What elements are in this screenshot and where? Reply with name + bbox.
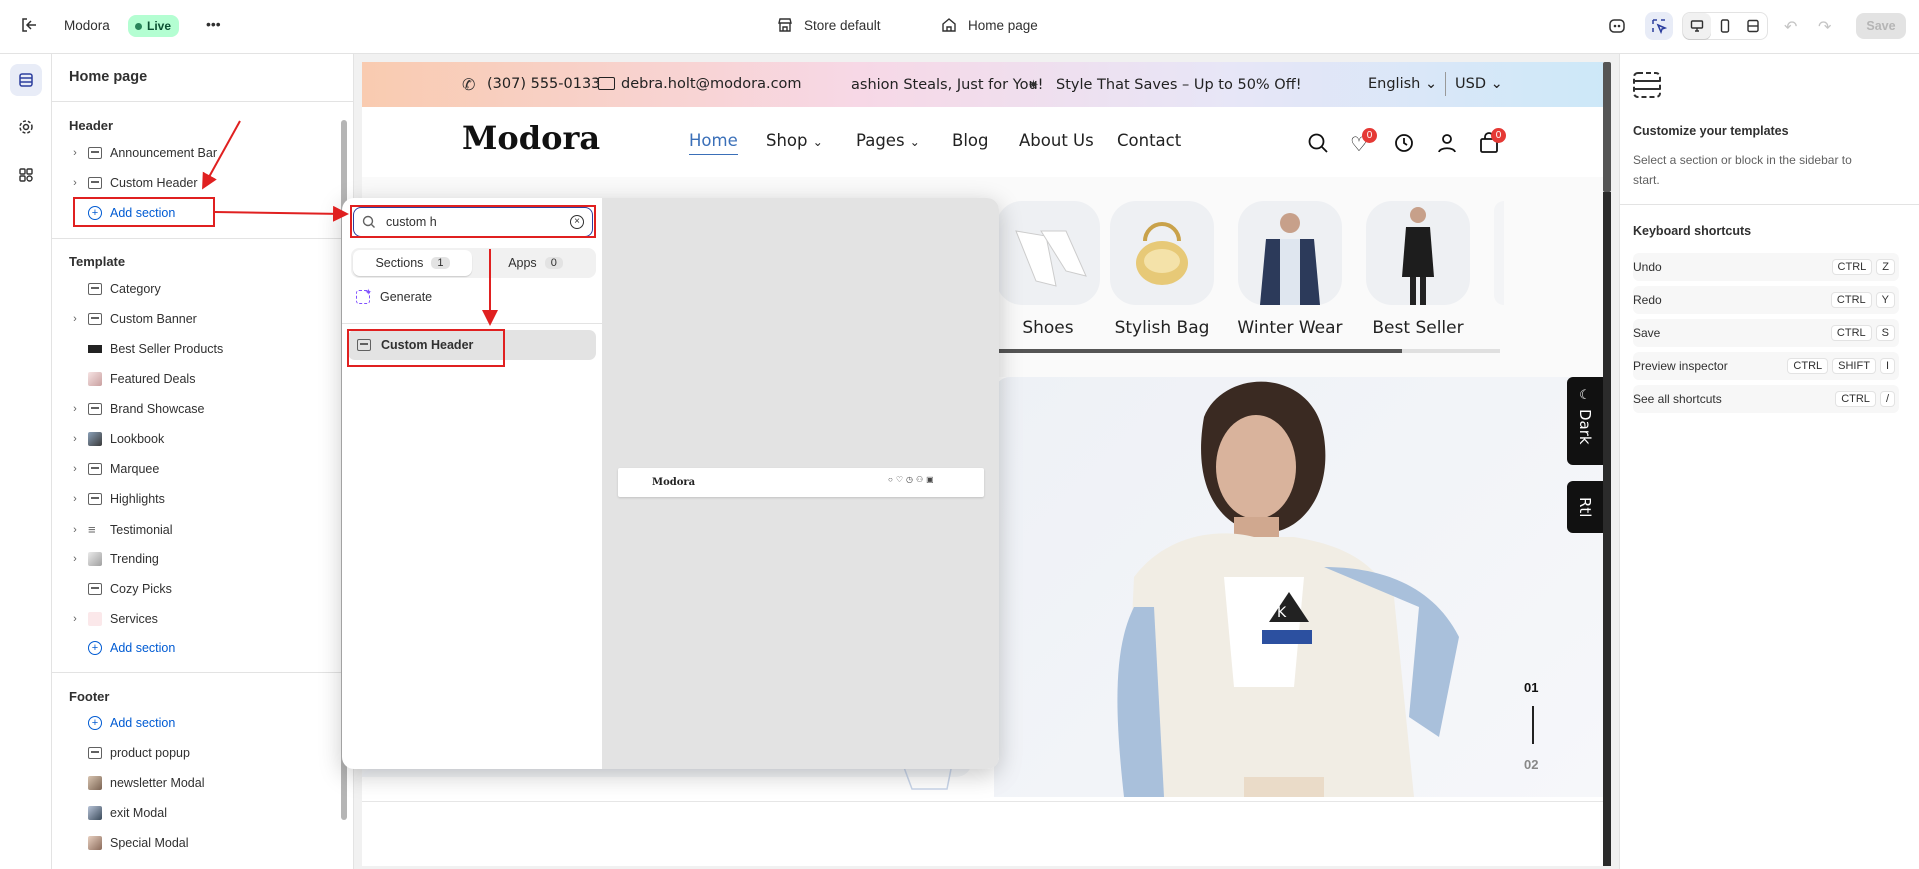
shortcut-row-see-all[interactable]: See all shortcuts CTRL / <box>1633 385 1899 413</box>
shortcut-label: Undo <box>1633 260 1662 274</box>
right-panel-title: Customize your templates <box>1633 124 1789 138</box>
shortcut-key: Z <box>1876 259 1895 275</box>
shortcut-key: CTRL <box>1835 391 1876 407</box>
shortcuts-title: Keyboard shortcuts <box>1633 224 1752 238</box>
right-panel-description: Select a section or block in the sidebar… <box>1633 153 1852 187</box>
shortcut-key: SHIFT <box>1832 358 1876 374</box>
shortcut-label: Redo <box>1633 293 1662 307</box>
shortcut-label: See all shortcuts <box>1633 392 1722 406</box>
shortcut-key: CTRL <box>1831 259 1873 275</box>
shortcut-key: Y <box>1875 292 1895 308</box>
shortcut-key: S <box>1875 325 1895 341</box>
template-layout-icon <box>1632 70 1662 103</box>
shortcut-key: CTRL <box>1830 292 1872 308</box>
shortcut-key: / <box>1879 391 1895 407</box>
shortcut-key: I <box>1879 358 1895 374</box>
shortcut-row-undo: Undo CTRL Z <box>1633 253 1899 281</box>
shortcut-key: CTRL <box>1830 325 1872 341</box>
shortcut-row-redo: Redo CTRL Y <box>1633 286 1899 314</box>
shortcut-label: Save <box>1633 326 1661 340</box>
shortcut-row-preview-inspector: Preview inspector CTRL SHIFT I <box>1633 352 1899 380</box>
shortcut-key: CTRL <box>1787 358 1829 374</box>
shortcut-label: Preview inspector <box>1633 359 1728 373</box>
shortcut-row-save: Save CTRL S <box>1633 319 1899 347</box>
right-panel-divider <box>1620 204 1919 205</box>
